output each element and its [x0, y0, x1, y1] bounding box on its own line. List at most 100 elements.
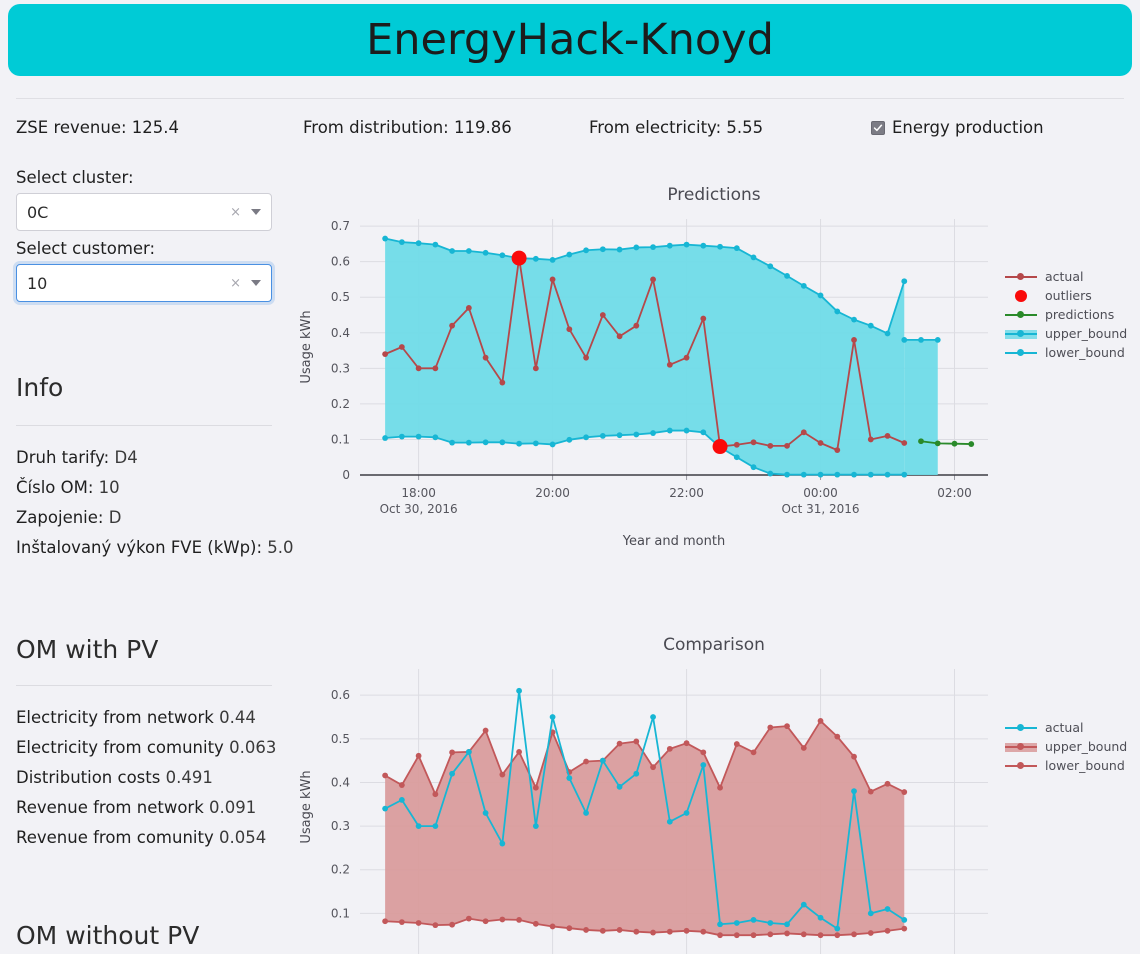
svg-text:0.3: 0.3 — [331, 819, 350, 833]
svg-text:0.1: 0.1 — [331, 906, 350, 920]
legend-label: upper_bound — [1045, 326, 1128, 341]
info-label-0: Druh tarify: — [16, 448, 110, 467]
checkmark-icon[interactable] — [871, 120, 885, 135]
select-customer-value: 10 — [27, 273, 48, 293]
info-label-2: Zapojenie: — [16, 508, 104, 527]
pv-label-2: Distribution costs — [16, 768, 161, 787]
pv-value-4: 0.054 — [218, 828, 267, 847]
svg-text:0.2: 0.2 — [331, 397, 350, 411]
svg-text:Year and month: Year and month — [622, 534, 725, 549]
legend-label: upper_bound — [1045, 739, 1128, 754]
energy-production-checkbox[interactable]: Energy production — [871, 118, 1044, 137]
legend-label: predictions — [1045, 307, 1115, 322]
list-item: Electricity from comunity 0.063 — [16, 733, 276, 763]
svg-text:0.1: 0.1 — [331, 432, 350, 446]
list-item: Číslo OM: 10 — [16, 473, 294, 503]
line-swatch-icon — [1005, 760, 1037, 772]
predictions-chart-title: Predictions — [667, 185, 761, 205]
svg-text:0.2: 0.2 — [331, 863, 350, 877]
app-title: EnergyHack-Knoyd — [366, 15, 774, 65]
pv-value-0: 0.44 — [219, 708, 256, 727]
pv-value-3: 0.091 — [209, 798, 257, 817]
sidebar-controls: Select cluster: 0C × Select customer: 10… — [16, 168, 272, 310]
svg-text:Usage kWh: Usage kWh — [299, 310, 314, 383]
metric-from-electricity: From electricity: 5.55 — [589, 118, 764, 137]
legend-label: actual — [1045, 720, 1084, 735]
list-item: Zapojenie: D — [16, 503, 294, 533]
energy-production-label: Energy production — [892, 118, 1044, 137]
chevron-down-icon[interactable] — [251, 209, 261, 215]
chevron-down-icon[interactable] — [251, 280, 261, 286]
select-customer-label: Select customer: — [16, 239, 156, 258]
app-root: EnergyHack-Knoyd ZSE revenue: 125.4 From… — [0, 0, 1140, 954]
svg-text:0: 0 — [342, 468, 350, 482]
svg-text:0.5: 0.5 — [331, 290, 350, 304]
list-item: Distribution costs 0.491 — [16, 763, 276, 793]
info-section-divider — [16, 425, 272, 426]
svg-text:0.5: 0.5 — [331, 732, 350, 746]
clear-x-icon[interactable]: × — [230, 205, 241, 220]
comparison-chart-title: Comparison — [663, 635, 765, 655]
svg-text:Oct 31, 2016: Oct 31, 2016 — [782, 502, 860, 516]
line-swatch-icon — [1005, 722, 1037, 734]
svg-text:0.4: 0.4 — [331, 775, 350, 789]
svg-text:0.6: 0.6 — [331, 688, 350, 702]
info-section-title: Info — [16, 373, 64, 402]
legend-item[interactable]: lower_bound — [1005, 343, 1127, 362]
om-without-pv-title: OM without PV — [16, 921, 200, 950]
clear-x-icon[interactable]: × — [230, 276, 241, 291]
svg-text:0.3: 0.3 — [331, 361, 350, 375]
svg-text:0.6: 0.6 — [331, 255, 350, 269]
select-cluster-value: 0C — [27, 202, 49, 222]
svg-text:00:00: 00:00 — [803, 486, 838, 500]
svg-text:0.7: 0.7 — [331, 219, 350, 233]
comparison-legend: actual upper_bound lower_bound — [1005, 718, 1127, 775]
legend-label: actual — [1045, 269, 1084, 284]
predictions-plot[interactable]: 0 0.1 0.2 0.3 0.4 0.5 0.6 0.7 18:00 Oct 30, 2016 2… — [288, 207, 1028, 597]
svg-text:18:00: 18:00 — [401, 486, 436, 500]
legend-item[interactable]: actual — [1005, 267, 1127, 286]
select-cluster-input[interactable]: 0C × — [16, 193, 272, 231]
info-list: Druh tarify: D4 Číslo OM: 10 Zapojenie: … — [16, 443, 294, 563]
info-label-1: Číslo OM: — [16, 478, 94, 497]
info-value-1: 10 — [98, 478, 120, 497]
legend-item[interactable]: actual — [1005, 718, 1127, 737]
pv-label-4: Revenue from comunity — [16, 828, 214, 847]
list-item: Inštalovaný výkon FVE (kWp): 5.0 — [16, 533, 294, 563]
line-swatch-icon — [1005, 347, 1037, 359]
metric-zse-revenue: ZSE revenue: 125.4 — [16, 118, 180, 137]
pv-label-3: Revenue from network — [16, 798, 204, 817]
select-customer-input[interactable]: 10 × — [16, 264, 272, 302]
list-item: Revenue from network 0.091 — [16, 793, 276, 823]
band-swatch-icon — [1005, 328, 1037, 340]
list-item: Druh tarify: D4 — [16, 443, 294, 473]
legend-item[interactable]: predictions — [1005, 305, 1127, 324]
svg-text:Oct 30, 2016: Oct 30, 2016 — [380, 502, 458, 516]
legend-item[interactable]: lower_bound — [1005, 756, 1127, 775]
line-swatch-icon — [1005, 309, 1037, 321]
metric-from-distribution: From distribution: 119.86 — [303, 118, 512, 137]
list-item: Revenue from comunity 0.054 — [16, 823, 276, 853]
legend-label: outliers — [1045, 288, 1092, 303]
legend-item[interactable]: outliers — [1005, 286, 1127, 305]
pv-value-2: 0.491 — [165, 768, 213, 787]
om-with-pv-list: Electricity from network 0.44 Electricit… — [16, 703, 276, 853]
legend-item[interactable]: upper_bound — [1005, 324, 1127, 343]
header-divider — [16, 98, 1124, 99]
om-with-pv-title: OM with PV — [16, 635, 159, 664]
pv-label-1: Electricity from comunity — [16, 738, 224, 757]
legend-label: lower_bound — [1045, 758, 1125, 773]
info-value-2: D — [108, 508, 122, 527]
line-swatch-icon — [1005, 271, 1037, 283]
metrics-row: ZSE revenue: 125.4 From distribution: 11… — [0, 118, 1140, 148]
svg-text:0.4: 0.4 — [331, 326, 350, 340]
outlier-dot-icon — [1005, 289, 1037, 302]
legend-item[interactable]: upper_bound — [1005, 737, 1127, 756]
pv-label-0: Electricity from network — [16, 708, 214, 727]
comparison-chart-panel: Comparison 0.1 0.2 0.3 0.4 0.5 0.6 Usage kWh — [288, 635, 1140, 954]
pv-value-1: 0.063 — [229, 738, 277, 757]
om-with-pv-divider — [16, 685, 272, 686]
comparison-plot[interactable]: 0.1 0.2 0.3 0.4 0.5 0.6 Usage kWh — [288, 657, 1028, 954]
select-cluster-label: Select cluster: — [16, 168, 134, 187]
info-label-3: Inštalovaný výkon FVE (kWp): — [16, 538, 263, 557]
